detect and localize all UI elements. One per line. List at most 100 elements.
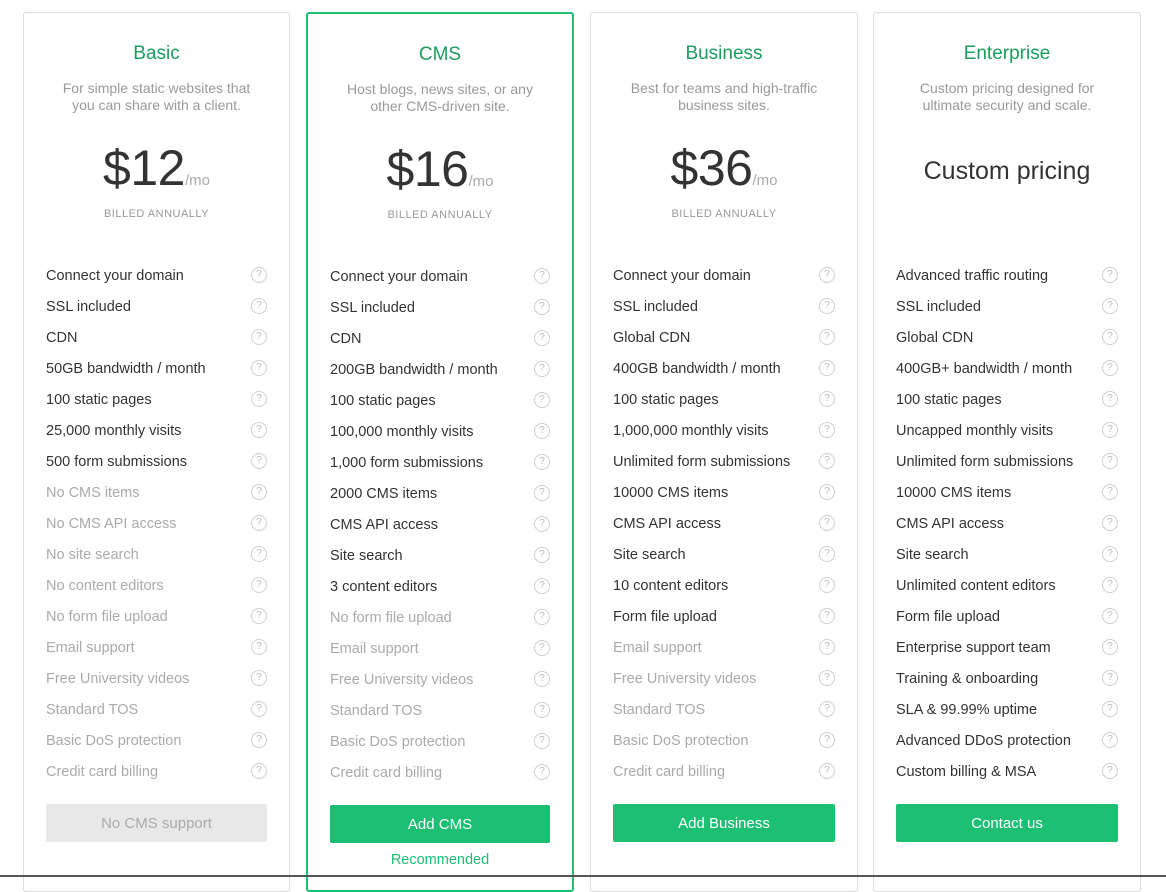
feature-item: Basic DoS protection? — [330, 731, 550, 762]
feature-label: 500 form submissions — [46, 454, 188, 470]
question-circle-icon[interactable]: ? — [251, 360, 267, 376]
question-circle-icon[interactable]: ? — [251, 577, 267, 593]
feature-item: Advanced DDoS protection? — [896, 730, 1118, 761]
question-circle-icon[interactable]: ? — [819, 639, 835, 655]
question-circle-icon[interactable]: ? — [1102, 608, 1118, 624]
feature-item: Credit card billing? — [46, 761, 267, 792]
billing-period: BILLED ANNUALLY — [671, 208, 777, 220]
question-circle-icon[interactable]: ? — [1102, 577, 1118, 593]
question-circle-icon[interactable]: ? — [251, 391, 267, 407]
price-amount: $12 — [103, 140, 185, 196]
question-circle-icon[interactable]: ? — [534, 764, 550, 780]
question-circle-icon[interactable]: ? — [534, 733, 550, 749]
feature-item: No form file upload? — [330, 607, 550, 638]
question-circle-icon[interactable]: ? — [1102, 484, 1118, 500]
question-circle-icon[interactable]: ? — [819, 546, 835, 562]
question-circle-icon[interactable]: ? — [251, 298, 267, 314]
question-circle-icon[interactable]: ? — [819, 670, 835, 686]
feature-item: 25,000 monthly visits? — [46, 420, 267, 451]
feature-list: Connect your domain? SSL included? CDN? 200… — [330, 266, 550, 793]
question-circle-icon[interactable]: ? — [1102, 763, 1118, 779]
question-circle-icon[interactable]: ? — [819, 701, 835, 717]
question-circle-icon[interactable]: ? — [251, 732, 267, 748]
feature-label: No site search — [46, 547, 139, 563]
question-circle-icon[interactable]: ? — [534, 392, 550, 408]
question-circle-icon[interactable]: ? — [819, 360, 835, 376]
question-circle-icon[interactable]: ? — [1102, 298, 1118, 314]
question-circle-icon[interactable]: ? — [819, 391, 835, 407]
question-circle-icon[interactable]: ? — [534, 423, 550, 439]
question-circle-icon[interactable]: ? — [534, 485, 550, 501]
question-circle-icon[interactable]: ? — [819, 484, 835, 500]
question-circle-icon[interactable]: ? — [819, 298, 835, 314]
feature-label: CDN — [330, 331, 362, 347]
feature-list: Advanced traffic routing? SSL included? Gl… — [896, 265, 1118, 792]
question-circle-icon[interactable]: ? — [1102, 329, 1118, 345]
question-circle-icon[interactable]: ? — [819, 515, 835, 531]
question-circle-icon[interactable]: ? — [1102, 515, 1118, 531]
question-circle-icon[interactable]: ? — [251, 763, 267, 779]
question-circle-icon[interactable]: ? — [819, 732, 835, 748]
question-circle-icon[interactable]: ? — [251, 546, 267, 562]
question-circle-icon[interactable]: ? — [251, 608, 267, 624]
question-circle-icon[interactable]: ? — [534, 330, 550, 346]
question-circle-icon[interactable]: ? — [819, 453, 835, 469]
billing-period: BILLED ANNUALLY — [387, 209, 493, 221]
question-circle-icon[interactable]: ? — [819, 577, 835, 593]
feature-label: Form file upload — [896, 609, 1000, 625]
feature-item: Uncapped monthly visits? — [896, 420, 1118, 451]
question-circle-icon[interactable]: ? — [534, 299, 550, 315]
question-circle-icon[interactable]: ? — [1102, 391, 1118, 407]
question-circle-icon[interactable]: ? — [1102, 670, 1118, 686]
question-circle-icon[interactable]: ? — [251, 484, 267, 500]
question-circle-icon[interactable]: ? — [251, 267, 267, 283]
question-circle-icon[interactable]: ? — [534, 516, 550, 532]
question-circle-icon[interactable]: ? — [1102, 360, 1118, 376]
question-circle-icon[interactable]: ? — [1102, 453, 1118, 469]
add-business-button[interactable]: Add Business — [613, 804, 835, 842]
question-circle-icon[interactable]: ? — [1102, 422, 1118, 438]
question-circle-icon[interactable]: ? — [534, 268, 550, 284]
feature-item: 2000 CMS items? — [330, 483, 550, 514]
add-cms-button[interactable]: Add CMS — [330, 805, 550, 843]
billing-period: BILLED ANNUALLY — [103, 208, 210, 220]
question-circle-icon[interactable]: ? — [534, 578, 550, 594]
question-circle-icon[interactable]: ? — [819, 608, 835, 624]
question-circle-icon[interactable]: ? — [819, 329, 835, 345]
question-circle-icon[interactable]: ? — [251, 670, 267, 686]
feature-item: Free University videos? — [613, 668, 835, 699]
question-circle-icon[interactable]: ? — [1102, 546, 1118, 562]
question-circle-icon[interactable]: ? — [251, 422, 267, 438]
question-circle-icon[interactable]: ? — [251, 329, 267, 345]
contact-us-button[interactable]: Contact us — [896, 804, 1118, 842]
question-circle-icon[interactable]: ? — [1102, 267, 1118, 283]
price-unit: /mo — [184, 172, 210, 189]
question-circle-icon[interactable]: ? — [534, 547, 550, 563]
question-circle-icon[interactable]: ? — [534, 454, 550, 470]
question-circle-icon[interactable]: ? — [251, 701, 267, 717]
feature-item: CMS API access? — [330, 514, 550, 545]
feature-label: 100 static pages — [330, 393, 436, 409]
question-circle-icon[interactable]: ? — [534, 640, 550, 656]
question-circle-icon[interactable]: ? — [251, 515, 267, 531]
plan-card-basic: Basic For simple static websites that you… — [23, 12, 290, 892]
question-circle-icon[interactable]: ? — [534, 609, 550, 625]
feature-item: Form file upload? — [613, 606, 835, 637]
question-circle-icon[interactable]: ? — [819, 267, 835, 283]
feature-label: SSL included — [330, 300, 415, 316]
question-circle-icon[interactable]: ? — [819, 422, 835, 438]
feature-item: Credit card billing? — [613, 761, 835, 792]
question-circle-icon[interactable]: ? — [251, 639, 267, 655]
question-circle-icon[interactable]: ? — [534, 361, 550, 377]
feature-item: Email support? — [613, 637, 835, 668]
question-circle-icon[interactable]: ? — [1102, 732, 1118, 748]
question-circle-icon[interactable]: ? — [1102, 701, 1118, 717]
feature-item: Custom billing & MSA? — [896, 761, 1118, 792]
feature-label: Standard TOS — [613, 702, 706, 718]
question-circle-icon[interactable]: ? — [534, 702, 550, 718]
question-circle-icon[interactable]: ? — [534, 671, 550, 687]
question-circle-icon[interactable]: ? — [1102, 639, 1118, 655]
question-circle-icon[interactable]: ? — [819, 763, 835, 779]
question-circle-icon[interactable]: ? — [251, 453, 267, 469]
feature-item: Standard TOS? — [46, 699, 267, 730]
